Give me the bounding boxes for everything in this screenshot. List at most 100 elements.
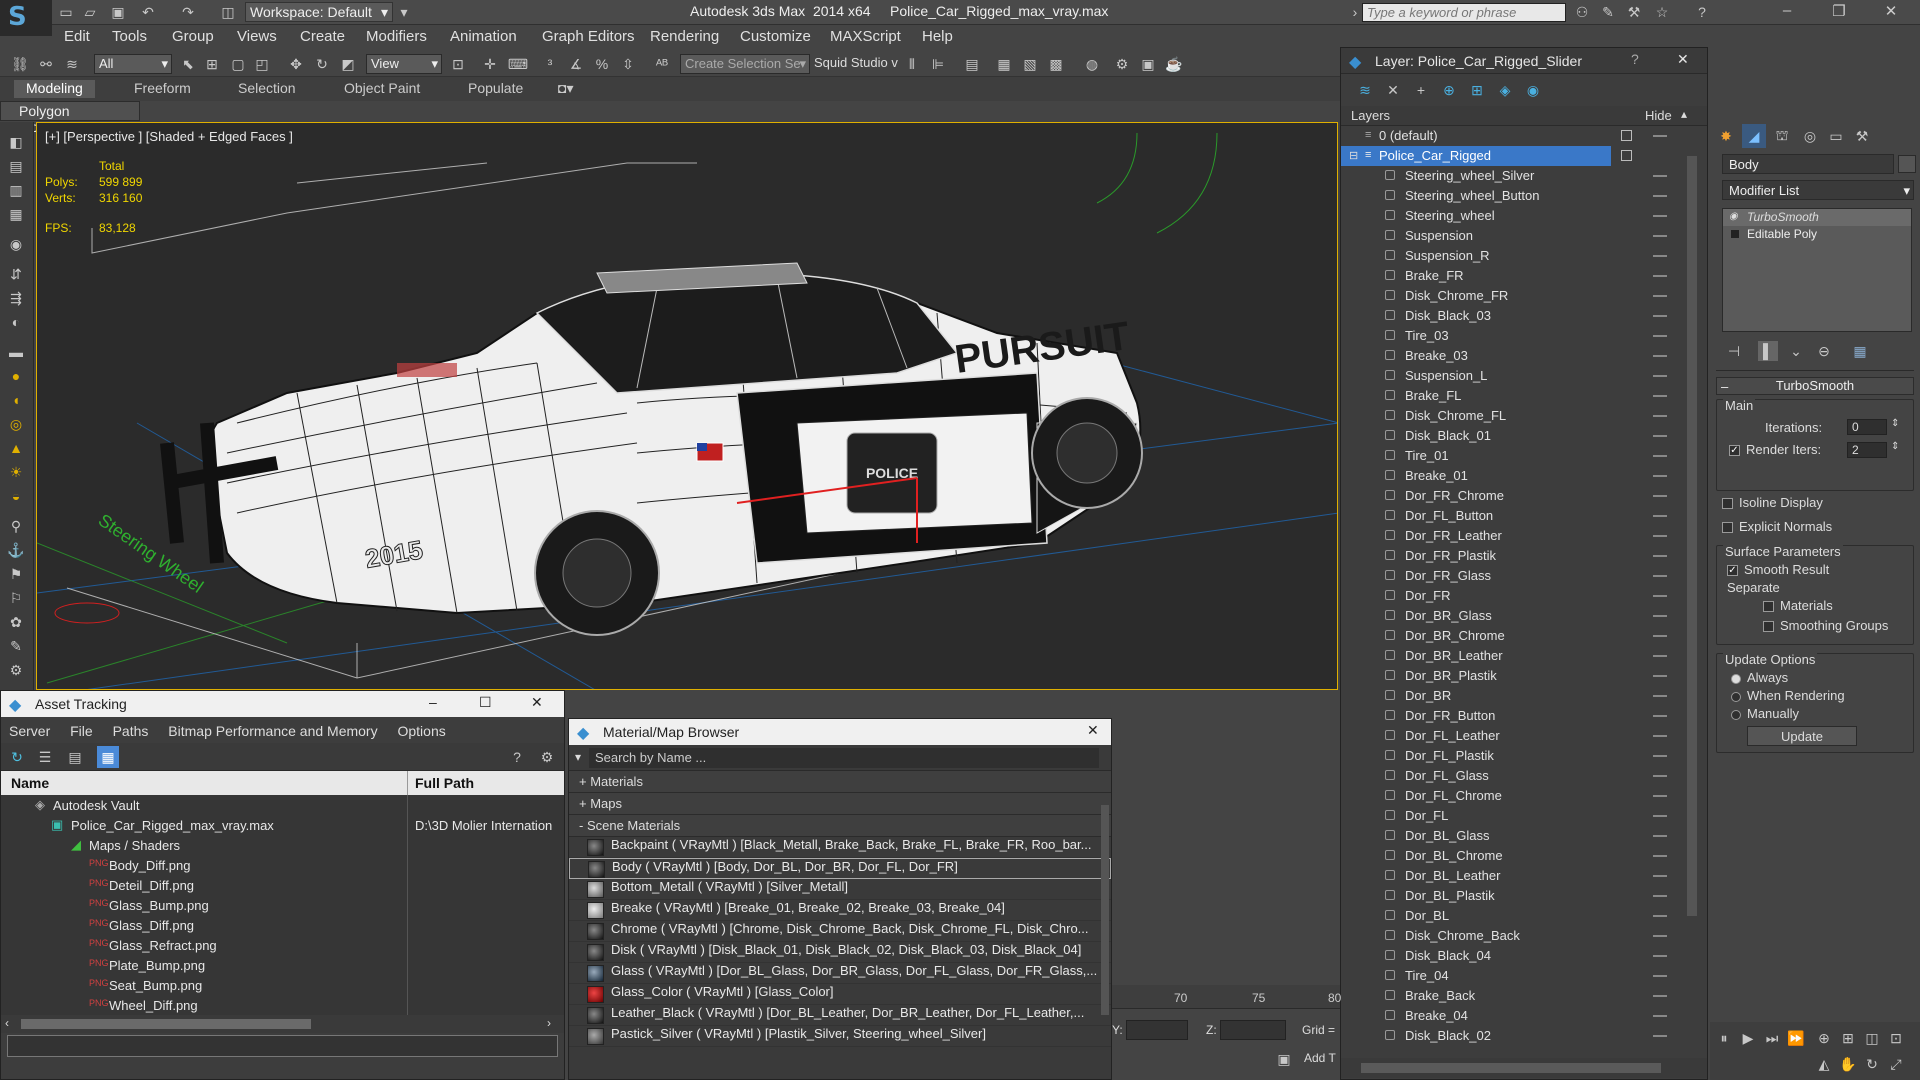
layer-object-row[interactable]: Disk_Chrome_FL — [1341, 406, 1707, 426]
layer-object-row[interactable]: Dor_FR — [1341, 586, 1707, 606]
keyboard-shortcut-icon[interactable]: ⌨ — [508, 54, 528, 74]
layer-object-row[interactable]: Dor_FR_Leather — [1341, 526, 1707, 546]
stack-item-turbosmooth[interactable]: ◉ TurboSmooth — [1723, 209, 1911, 226]
layer-object-row[interactable]: Dor_FL_Plastik — [1341, 746, 1707, 766]
tool-icon[interactable]: ◉ — [6, 234, 26, 254]
layer-object-row[interactable]: Disk_Chrome_FR — [1341, 286, 1707, 306]
tool-icon[interactable]: ⇵ — [6, 264, 26, 284]
layer-object-row[interactable]: Dor_FL — [1341, 806, 1707, 826]
tool-icon[interactable]: ⚙ — [6, 660, 26, 680]
binoculars-icon[interactable]: ⚇ — [1572, 2, 1592, 22]
play-icon[interactable]: ▶ — [1738, 1028, 1758, 1048]
layer-object-row[interactable]: Disk_Black_04 — [1341, 946, 1707, 966]
layer-object-row[interactable]: Disk_Chrome_Back — [1341, 926, 1707, 946]
table-view-icon[interactable]: ▦ — [97, 746, 119, 768]
add-icon[interactable]: + — [1411, 80, 1431, 100]
render-iters-spinner[interactable]: 2 — [1847, 442, 1887, 458]
stack-item-editable-poly[interactable]: Editable Poly — [1723, 226, 1911, 243]
percent-snap-icon[interactable]: % — [592, 54, 612, 74]
tree-row-map[interactable]: PNG Glass_Bump.png — [1, 895, 564, 915]
always-radio[interactable]: Always — [1731, 670, 1788, 685]
rect-selection-icon[interactable]: ▢ — [228, 54, 248, 74]
render-setup-icon[interactable]: ⚙ — [1112, 54, 1132, 74]
menu-tools[interactable]: Tools — [112, 28, 147, 45]
hide-indicator[interactable] — [1653, 275, 1667, 277]
tab-object-paint[interactable]: Object Paint — [344, 80, 420, 96]
tab-selection[interactable]: Selection — [238, 80, 296, 96]
pivot-center-icon[interactable]: ⊡ — [448, 54, 468, 74]
delete-icon[interactable]: ✕ — [1383, 80, 1403, 100]
settings-icon[interactable]: ⚙ — [537, 747, 557, 767]
bind-spacewarp-icon[interactable]: ≋ — [62, 54, 82, 74]
teapot-icon[interactable]: ◒ — [6, 486, 26, 506]
perspective-viewport[interactable]: [+] [Perspective ] [Shaded + Edged Faces… — [36, 122, 1338, 690]
update-button[interactable]: Update — [1747, 726, 1857, 746]
make-unique-icon[interactable]: ⌄ — [1786, 341, 1806, 361]
new-file-icon[interactable]: ▭ — [56, 2, 76, 22]
cylinder-icon[interactable]: ◖ — [6, 390, 26, 410]
selection-filter-dropdown[interactable]: All ▾ — [94, 54, 172, 74]
layer-object-row[interactable]: Steering_wheel — [1341, 206, 1707, 226]
search-input[interactable]: Type a keyword or phrase — [1362, 3, 1566, 22]
layer-object-row[interactable]: Dor_FL_Button — [1341, 506, 1707, 526]
rendered-frame-window-icon[interactable]: ▣ — [1138, 54, 1158, 74]
material-search-input[interactable]: Search by Name ... — [589, 748, 1099, 768]
material-item[interactable]: Glass_Color ( VRayMtl ) [Glass_Color] — [569, 984, 1111, 1005]
layer-object-row[interactable]: Tire_01 — [1341, 446, 1707, 466]
subscription-icon[interactable]: ✎ — [1598, 2, 1618, 22]
hide-indicator[interactable] — [1653, 775, 1667, 777]
lightbulb-icon[interactable]: ◉ — [1729, 211, 1738, 222]
horizontal-scrollbar[interactable]: ‹ › — [1, 1015, 564, 1033]
layer-object-row[interactable]: Brake_FR — [1341, 266, 1707, 286]
chevron-down-icon[interactable]: ▾ — [394, 2, 414, 22]
help-icon[interactable]: ? — [1631, 51, 1639, 67]
material-item[interactable]: Chrome ( VRayMtl ) [Chrome, Disk_Chrome_… — [569, 921, 1111, 942]
tool-icon[interactable]: ◐ — [6, 312, 26, 332]
align-icon[interactable]: ⊫ — [928, 54, 948, 74]
schematic-view-icon[interactable]: ▩ — [1046, 54, 1066, 74]
close-icon[interactable]: ✕ — [1677, 51, 1689, 68]
hide-indicator[interactable] — [1653, 975, 1667, 977]
pause-icon[interactable]: ⏸ — [1714, 1028, 1734, 1048]
smoothing-groups-checkbox[interactable]: Smoothing Groups — [1763, 618, 1888, 633]
menu-bitmap-performance[interactable]: Bitmap Performance and Memory — [168, 723, 377, 739]
zoom-extents-all-icon[interactable]: ⊡ — [1886, 1028, 1906, 1048]
hide-indicator[interactable] — [1653, 415, 1667, 417]
vertical-scrollbar[interactable] — [1687, 156, 1697, 916]
tree-row-vault[interactable]: ◈ Autodesk Vault — [1, 795, 564, 815]
help-icon[interactable]: ? — [507, 747, 527, 767]
communication-icon[interactable]: ⚒ — [1624, 2, 1644, 22]
layer-object-row[interactable]: Disk_Black_01 — [1341, 426, 1707, 446]
help-icon[interactable]: ? — [1692, 2, 1712, 22]
material-editor-icon[interactable]: ◍ — [1082, 54, 1102, 74]
modifier-list-dropdown[interactable]: Modifier List ▾ — [1722, 180, 1914, 200]
menu-server[interactable]: Server — [9, 723, 50, 739]
show-end-result-icon[interactable]: ▌ — [1758, 341, 1778, 361]
menu-modifiers[interactable]: Modifiers — [366, 28, 427, 45]
tool-icon[interactable]: ⚑ — [6, 564, 26, 584]
maximize-icon[interactable]: ☐ — [479, 694, 492, 711]
isoline-checkbox[interactable]: Isoline Display — [1722, 495, 1908, 515]
material-item[interactable]: Body ( VRayMtl ) [Body, Dor_BL, Dor_BR, … — [569, 858, 1111, 879]
time-ruler[interactable]: 70 75 80 — [1112, 985, 1341, 1009]
hide-indicator[interactable] — [1653, 695, 1667, 697]
hide-indicator[interactable] — [1653, 515, 1667, 517]
hide-indicator[interactable] — [1653, 1035, 1667, 1037]
layers-column-header[interactable]: Layers — [1351, 108, 1390, 123]
scale-icon[interactable]: ◩ — [338, 54, 358, 74]
hide-indicator[interactable] — [1653, 795, 1667, 797]
sphere-icon[interactable]: ● — [6, 366, 26, 386]
rotate-icon[interactable]: ↻ — [312, 54, 332, 74]
add-selected-icon[interactable]: ⊕ — [1439, 80, 1459, 100]
layer-row-selected[interactable]: ⊟ ≡ Police_Car_Rigged — [1341, 146, 1632, 166]
menu-paths[interactable]: Paths — [113, 723, 149, 739]
rollout-turbosmooth[interactable]: – TurboSmooth — [1716, 377, 1914, 395]
hide-indicator[interactable] — [1653, 835, 1667, 837]
orbit-icon[interactable]: ↻ — [1862, 1054, 1882, 1074]
hide-indicator[interactable] — [1653, 195, 1667, 197]
hide-indicator[interactable] — [1653, 595, 1667, 597]
close-icon[interactable]: ✕ — [531, 694, 543, 711]
hide-indicator[interactable] — [1653, 475, 1667, 477]
zoom-extents-icon[interactable]: ◫ — [1862, 1028, 1882, 1048]
tree-row-file[interactable]: ▣ Police_Car_Rigged_max_vray.max D:\3D Mol… — [1, 815, 564, 835]
